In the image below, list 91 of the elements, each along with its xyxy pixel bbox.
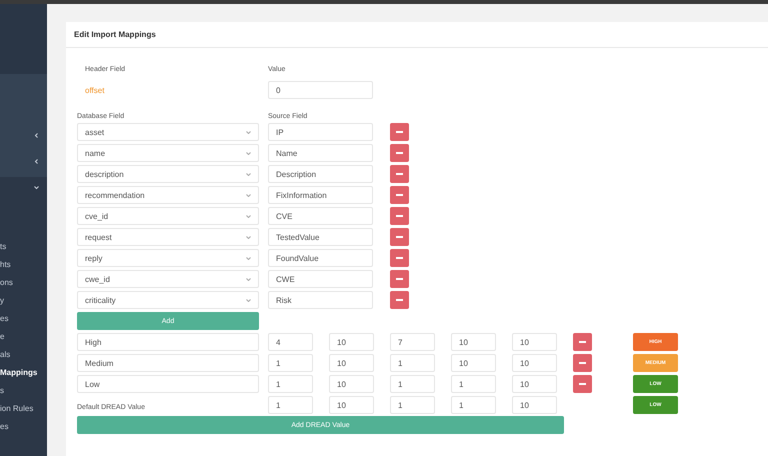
chevron-down-icon xyxy=(246,298,251,302)
sidebar-item[interactable]: als xyxy=(0,346,47,364)
input-field[interactable]: 1 xyxy=(390,375,435,393)
minus-icon xyxy=(579,341,586,343)
chevron-down-icon xyxy=(246,256,251,260)
input-field[interactable]: 0 xyxy=(268,81,373,99)
minus-icon xyxy=(396,257,403,259)
minus-icon xyxy=(396,152,403,154)
chevron-down-icon xyxy=(246,152,251,154)
remove-button[interactable] xyxy=(390,249,409,267)
input-field[interactable]: 10 xyxy=(512,375,557,393)
input-field[interactable]: 1 xyxy=(268,375,313,393)
input-field[interactable]: IP xyxy=(268,123,373,141)
input-field[interactable]: CWE xyxy=(268,270,373,288)
minus-icon xyxy=(396,299,403,301)
chevron-down-icon xyxy=(246,172,251,176)
minus-icon xyxy=(579,383,586,385)
card-title: Edit Import Mappings xyxy=(74,30,156,39)
input-field[interactable]: 10 xyxy=(329,396,374,414)
input-field[interactable]: 10 xyxy=(329,375,374,393)
sidebar-item[interactable]: es xyxy=(0,310,47,328)
chevron-down-icon[interactable] xyxy=(34,184,39,190)
minus-icon xyxy=(396,173,403,175)
input-field[interactable]: 1 xyxy=(451,396,496,414)
remove-button[interactable] xyxy=(573,354,592,372)
input-field[interactable]: 10 xyxy=(329,333,374,351)
input-field[interactable]: Medium xyxy=(77,354,259,372)
minus-icon xyxy=(396,131,403,133)
input-field[interactable]: 10 xyxy=(512,354,557,372)
dropdown[interactable]: asset xyxy=(77,123,259,141)
dropdown[interactable]: recommendation xyxy=(77,186,259,204)
dropdown[interactable]: description xyxy=(77,165,259,183)
input-field[interactable]: 10 xyxy=(512,396,557,414)
sidebar-item[interactable]: s xyxy=(0,382,47,400)
chevron-down-icon xyxy=(246,278,251,280)
input-field[interactable]: 1 xyxy=(268,396,313,414)
input-field[interactable]: 10 xyxy=(451,354,496,372)
minus-icon xyxy=(396,194,403,196)
minus-icon xyxy=(396,278,403,280)
dropdown[interactable]: name xyxy=(77,144,259,162)
input-field[interactable]: Risk xyxy=(268,291,373,309)
remove-button[interactable] xyxy=(573,333,592,351)
input-field[interactable]: 10 xyxy=(512,333,557,351)
remove-button[interactable] xyxy=(390,123,409,141)
minus-icon xyxy=(396,215,403,217)
chevron-left-icon[interactable] xyxy=(34,158,39,164)
remove-button[interactable] xyxy=(390,291,409,309)
sidebar-item[interactable]: ts xyxy=(0,238,47,256)
remove-button[interactable] xyxy=(390,207,409,225)
sidebar-item[interactable]: y xyxy=(0,292,47,310)
remove-button[interactable] xyxy=(390,144,409,162)
header-field-value: offset xyxy=(85,86,104,94)
input-field[interactable]: Low xyxy=(77,375,259,393)
remove-button[interactable] xyxy=(390,165,409,183)
input-field[interactable]: 7 xyxy=(390,333,435,351)
chevron-down-icon xyxy=(246,236,251,238)
input-field[interactable]: CVE xyxy=(268,207,373,225)
sidebar-item[interactable]: e xyxy=(0,328,47,346)
sidebar-item[interactable]: hts xyxy=(0,256,47,274)
sidebar-item[interactable]: Mappings xyxy=(0,364,47,382)
remove-button[interactable] xyxy=(390,228,409,246)
sidebar-item[interactable]: ons xyxy=(0,274,47,292)
input-field[interactable]: TestedValue xyxy=(268,228,373,246)
remove-button[interactable] xyxy=(573,375,592,393)
chevron-down-icon xyxy=(246,194,251,196)
input-field[interactable]: 1 xyxy=(390,354,435,372)
input-field[interactable]: High xyxy=(77,333,259,351)
dropdown[interactable]: cwe_id xyxy=(77,270,259,288)
input-field[interactable]: 10 xyxy=(451,333,496,351)
chevron-down-icon xyxy=(246,214,251,218)
minus-icon xyxy=(396,236,403,238)
dropdown[interactable]: request xyxy=(77,228,259,246)
input-field[interactable]: 4 xyxy=(268,333,313,351)
input-field[interactable]: 1 xyxy=(268,354,313,372)
input-field[interactable]: 10 xyxy=(329,354,374,372)
sidebar-item[interactable]: es xyxy=(0,418,47,436)
minus-icon xyxy=(579,362,586,364)
input-field[interactable]: Description xyxy=(268,165,373,183)
dropdown[interactable]: cve_id xyxy=(77,207,259,225)
remove-button[interactable] xyxy=(390,270,409,288)
chevron-down-icon xyxy=(246,130,251,134)
chevron-left-icon[interactable] xyxy=(34,132,39,138)
input-field[interactable]: FixInformation xyxy=(268,186,373,204)
remove-button[interactable] xyxy=(390,186,409,204)
dropdown[interactable]: reply xyxy=(77,249,259,267)
sidebar-item[interactable]: ion Rules xyxy=(0,400,47,418)
input-field[interactable]: 1 xyxy=(390,396,435,414)
input-field[interactable]: FoundValue xyxy=(268,249,373,267)
dropdown[interactable]: criticality xyxy=(77,291,259,309)
input-field[interactable]: Name xyxy=(268,144,373,162)
input-field[interactable]: 1 xyxy=(451,375,496,393)
